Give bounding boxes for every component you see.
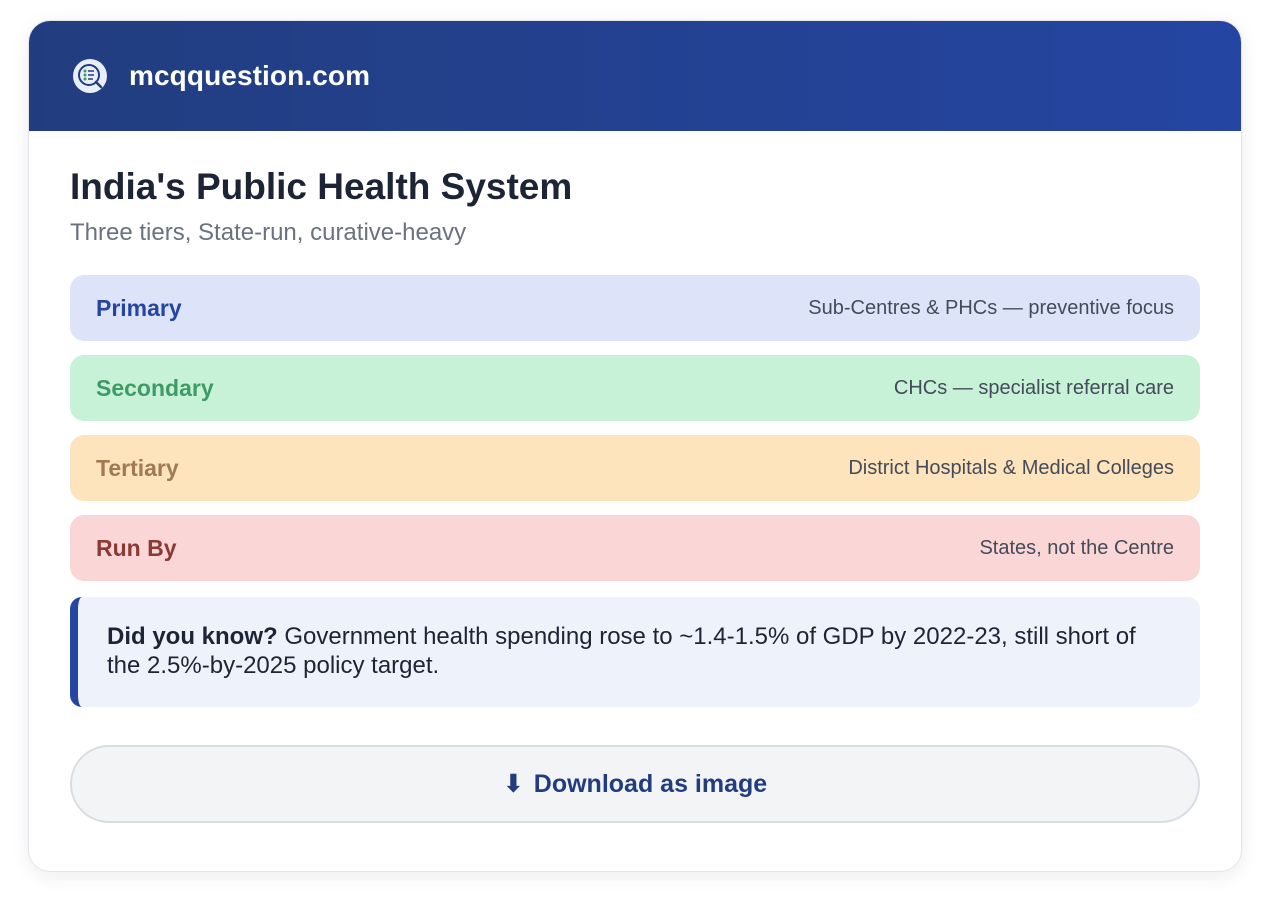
tier-row-run-by: Run By States, not the Centre: [70, 515, 1200, 581]
tier-name: Primary: [96, 294, 182, 321]
download-image-button[interactable]: ⬇ Download as image: [70, 745, 1200, 823]
tier-list: Primary Sub-Centres & PHCs — preventive …: [70, 275, 1200, 581]
tier-description: CHCs — specialist referral care: [893, 376, 1174, 399]
tier-description: States, not the Centre: [979, 536, 1174, 559]
did-you-know-callout: Did you know? Government health spending…: [70, 597, 1200, 707]
tier-name: Tertiary: [96, 454, 179, 481]
tier-row-tertiary: Tertiary District Hospitals & Medical Co…: [70, 435, 1200, 501]
tier-row-secondary: Secondary CHCs — specialist referral car…: [70, 355, 1200, 421]
download-label: Download as image: [533, 769, 768, 798]
quiz-checklist-icon: [73, 59, 107, 93]
tier-description: Sub-Centres & PHCs — preventive focus: [808, 296, 1174, 319]
card-body: India's Public Health System Three tiers…: [29, 131, 1241, 823]
page-title: India's Public Health System: [70, 166, 573, 207]
infographic-card: mcqquestion.com India's Public Health Sy…: [28, 20, 1242, 872]
tier-row-primary: Primary Sub-Centres & PHCs — preventive …: [70, 275, 1200, 341]
page-subtitle: Three tiers, State-run, curative-heavy: [70, 219, 467, 246]
site-header: mcqquestion.com: [29, 21, 1241, 131]
tier-description: District Hospitals & Medical Colleges: [848, 456, 1174, 479]
tier-name: Secondary: [96, 374, 214, 401]
site-name: mcqquestion.com: [129, 60, 371, 91]
download-arrow-icon: ⬇: [502, 770, 524, 798]
callout-lead: Did you know?: [107, 623, 278, 650]
tier-name: Run By: [96, 534, 177, 561]
